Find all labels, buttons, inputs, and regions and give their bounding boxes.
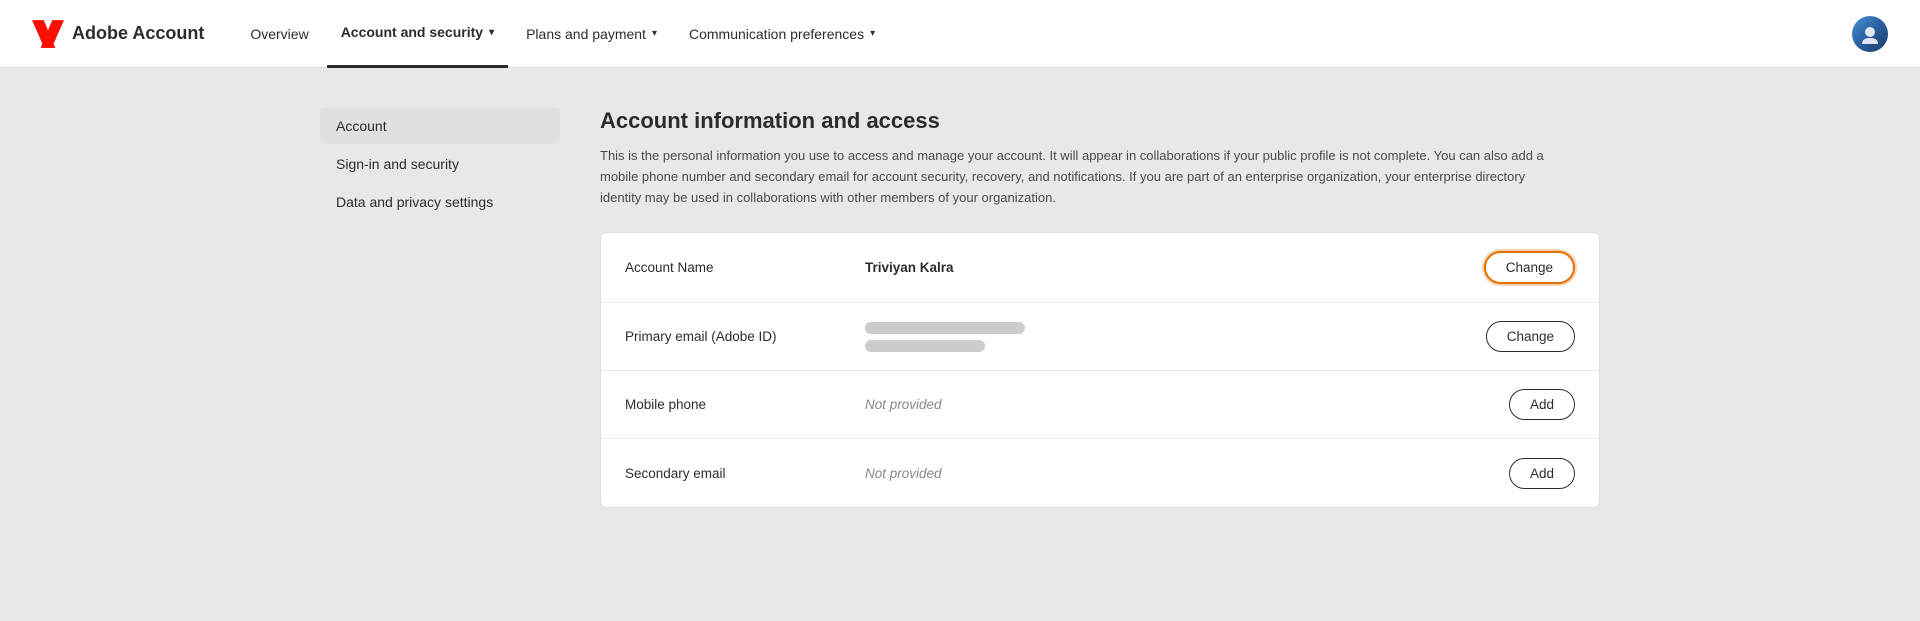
adobe-logo-icon (32, 18, 64, 50)
add-secondary-email-button[interactable]: Add (1509, 458, 1575, 489)
section-description: This is the personal information you use… (600, 146, 1560, 208)
brand-name: Adobe Account (72, 23, 204, 44)
row-label-primary-email: Primary email (Adobe ID) (625, 329, 865, 344)
table-row: Secondary email Not provided Add (601, 439, 1599, 507)
table-row: Primary email (Adobe ID) Change (601, 303, 1599, 371)
nav-item-overview[interactable]: Overview (236, 0, 322, 68)
add-mobile-phone-button[interactable]: Add (1509, 389, 1575, 420)
chevron-down-icon: ▾ (870, 28, 875, 39)
table-row: Mobile phone Not provided Add (601, 371, 1599, 439)
main-content: Account information and access This is t… (560, 108, 1600, 581)
sidebar: Account Sign-in and security Data and pr… (320, 108, 560, 581)
chevron-down-icon: ▾ (652, 28, 657, 39)
row-label-account-name: Account Name (625, 260, 865, 275)
sidebar-item-data-privacy[interactable]: Data and privacy settings (320, 184, 560, 220)
row-value-secondary-email: Not provided (865, 466, 1509, 481)
change-account-name-button[interactable]: Change (1484, 251, 1575, 284)
user-menu[interactable] (1852, 16, 1888, 52)
row-value-account-name: Triviyan Kalra (865, 260, 1484, 275)
blurred-email-bar-1 (865, 322, 1025, 334)
row-label-mobile-phone: Mobile phone (625, 397, 865, 412)
nav-item-communication[interactable]: Communication preferences ▾ (675, 0, 889, 68)
info-table: Account Name Triviyan Kalra Change Prima… (600, 232, 1600, 508)
nav-item-plans-payment[interactable]: Plans and payment ▾ (512, 0, 671, 68)
change-primary-email-button[interactable]: Change (1486, 321, 1575, 352)
blurred-email-bar-2 (865, 340, 985, 352)
page-container: Account Sign-in and security Data and pr… (260, 68, 1660, 621)
table-row: Account Name Triviyan Kalra Change (601, 233, 1599, 303)
brand[interactable]: Adobe Account (32, 18, 204, 50)
row-value-primary-email (865, 322, 1486, 352)
nav-items: Overview Account and security ▾ Plans an… (236, 0, 1852, 67)
navbar: Adobe Account Overview Account and secur… (0, 0, 1920, 68)
section-title: Account information and access (600, 108, 1600, 134)
row-label-secondary-email: Secondary email (625, 466, 865, 481)
sidebar-item-account[interactable]: Account (320, 108, 560, 144)
chevron-down-icon: ▾ (489, 27, 494, 38)
sidebar-item-signin-security[interactable]: Sign-in and security (320, 146, 560, 182)
row-value-mobile-phone: Not provided (865, 397, 1509, 412)
nav-item-account-security[interactable]: Account and security ▾ (327, 0, 508, 68)
avatar[interactable] (1852, 16, 1888, 52)
